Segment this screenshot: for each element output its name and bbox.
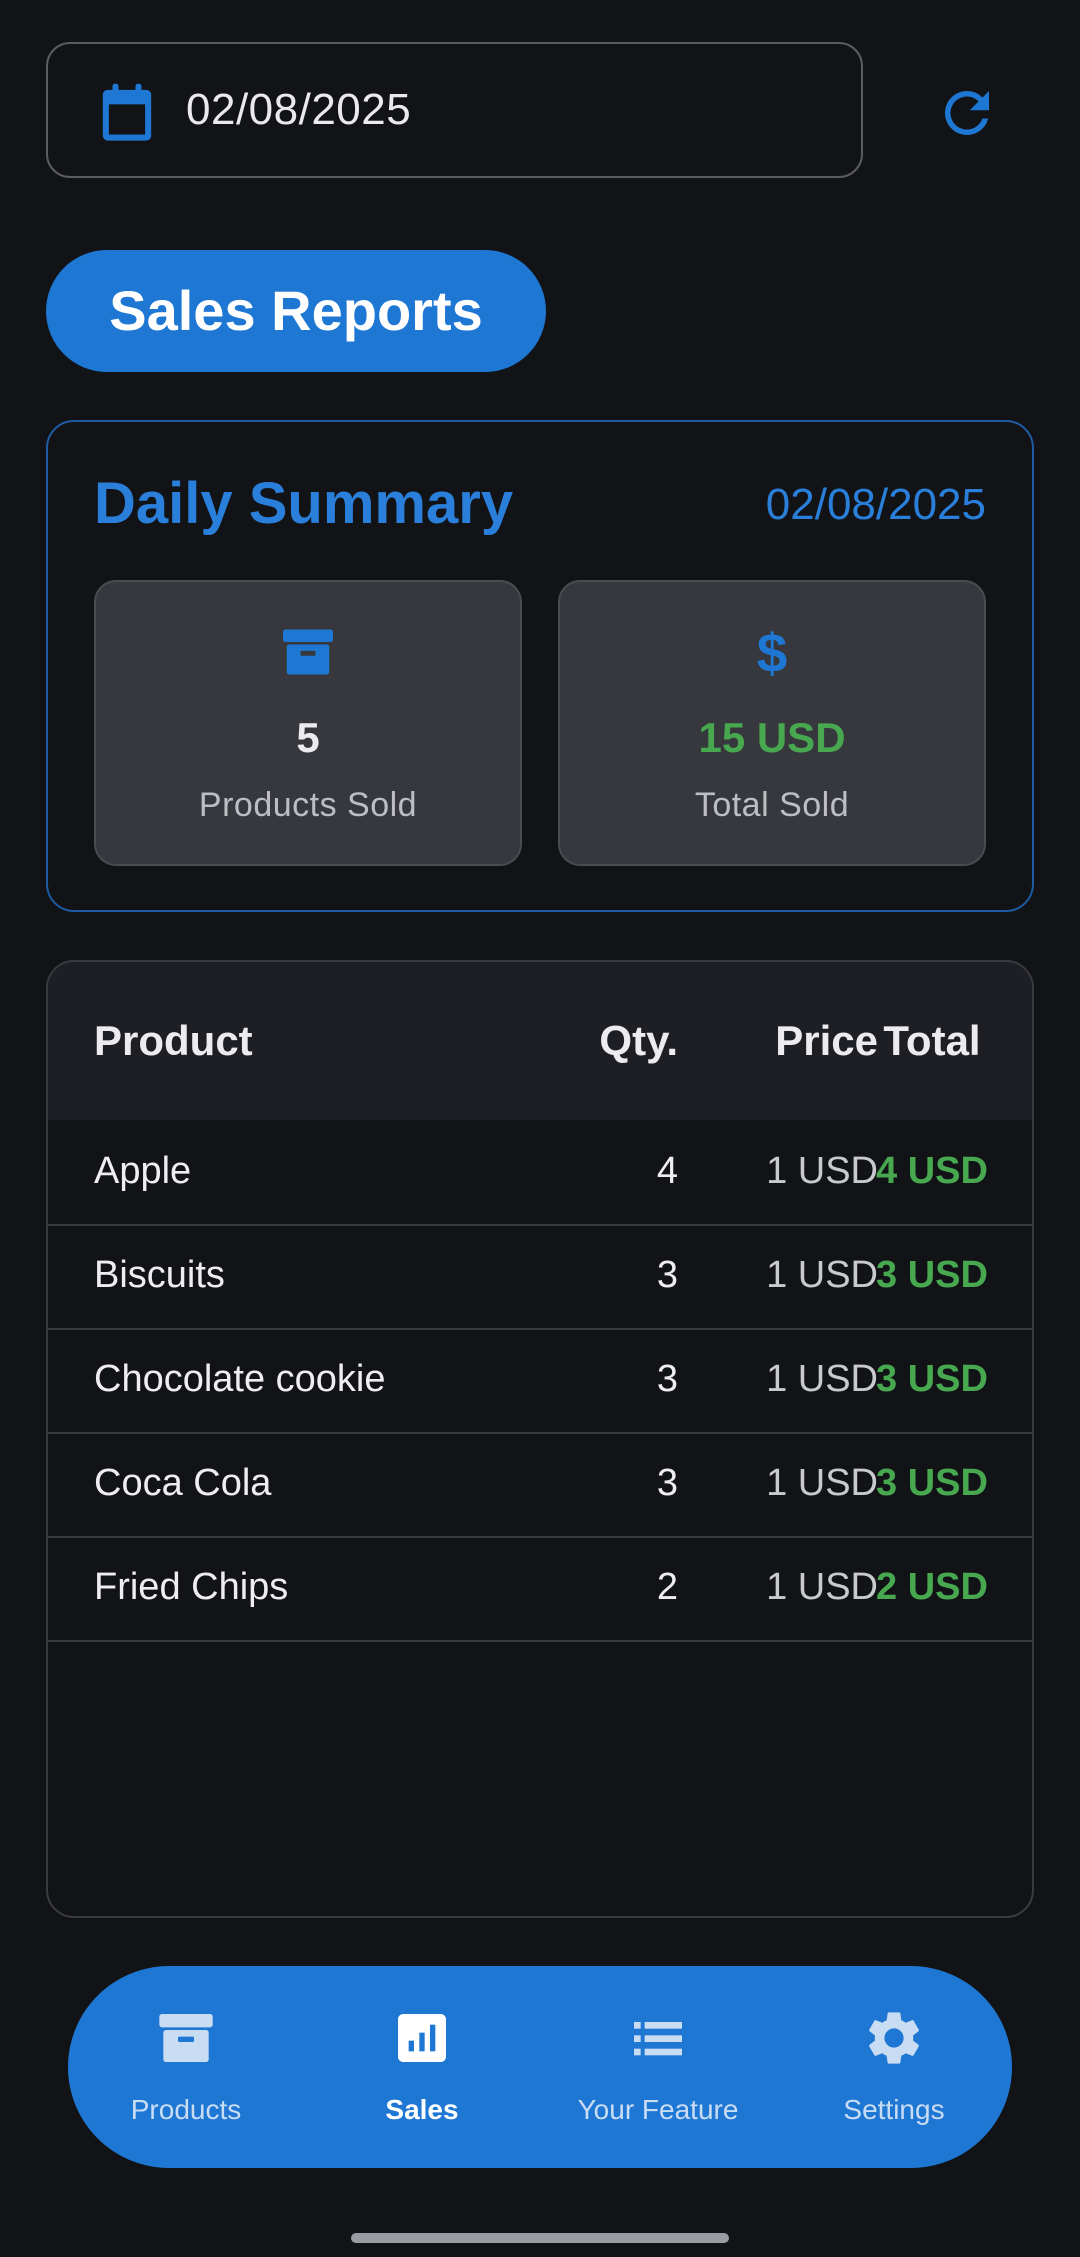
nav-label: Your Feature [577, 2094, 739, 2125]
date-value: 02/08/2025 [186, 85, 412, 134]
table-row: Biscuits 3 1 USD 3 USD [48, 1224, 1032, 1330]
total-sold-label: Total Sold [694, 786, 850, 824]
cell-qty: 3 [656, 1462, 678, 1504]
cell-total: 2 USD [876, 1566, 988, 1608]
cell-product: Coca Cola [94, 1462, 272, 1504]
cell-qty: 3 [656, 1358, 678, 1400]
nav-item-products[interactable]: Products [68, 1966, 304, 2168]
gear-icon [869, 2012, 919, 2064]
summary-date: 02/08/2025 [765, 480, 986, 529]
date-picker-field[interactable]: 02/08/2025 [46, 42, 863, 178]
cell-product: Apple [94, 1150, 192, 1192]
svg-text:$: $ [757, 622, 788, 682]
cell-total: 3 USD [876, 1462, 988, 1504]
nav-item-settings[interactable]: Settings [776, 1966, 1012, 2168]
total-sold-value: 15 USD [698, 714, 846, 761]
bar-chart-icon [398, 2014, 446, 2062]
list-icon [634, 2022, 682, 2056]
nav-label: Settings [843, 2094, 945, 2125]
summary-title: Daily Summary [94, 471, 514, 536]
nav-label: Sales [385, 2094, 459, 2125]
products-sold-label: Products Sold [198, 786, 418, 824]
cell-qty: 3 [656, 1254, 678, 1296]
nav-item-your-feature[interactable]: Your Feature [540, 1966, 776, 2168]
products-sold-value: 5 [296, 714, 320, 761]
cell-total: 4 USD [876, 1150, 988, 1192]
nav-label: Products [130, 2094, 242, 2125]
cell-total: 3 USD [876, 1254, 988, 1296]
dollar-icon: $ [757, 622, 788, 682]
table-row: Apple 4 1 USD 4 USD [48, 1120, 1032, 1226]
table-header: Product Qty. Price Total [48, 962, 1032, 1120]
daily-summary-card: Daily Summary 02/08/2025 5 Products Sold… [46, 420, 1034, 912]
calendar-icon [102, 83, 152, 141]
column-header-qty: Qty. [599, 1017, 678, 1064]
table-row: Fried Chips 2 1 USD 2 USD [48, 1536, 1032, 1642]
cell-product: Fried Chips [94, 1566, 289, 1608]
archive-box-icon [283, 629, 333, 675]
cell-qty: 2 [656, 1566, 678, 1608]
archive-box-icon [159, 2014, 213, 2062]
column-header-total: Total [883, 1017, 981, 1064]
cell-product: Biscuits [94, 1254, 225, 1296]
nav-item-sales[interactable]: Sales [304, 1966, 540, 2168]
table-row: Coca Cola 3 1 USD 3 USD [48, 1432, 1032, 1538]
table-row: Chocolate cookie 3 1 USD 3 USD [48, 1328, 1032, 1434]
page-title: Sales Reports [46, 250, 546, 372]
column-header-product: Product [94, 1017, 253, 1064]
cell-product: Chocolate cookie [94, 1358, 386, 1400]
total-sold-stat: $ 15 USD Total Sold [558, 580, 986, 866]
sales-table: Product Qty. Price Total Apple 4 1 USD 4… [46, 960, 1034, 1918]
cell-total: 3 USD [876, 1358, 988, 1400]
cell-qty: 4 [656, 1150, 678, 1192]
refresh-icon[interactable] [934, 80, 1000, 146]
products-sold-stat: 5 Products Sold [94, 580, 522, 866]
bottom-nav: Products Sales Your Feature Settings [68, 1966, 1012, 2168]
home-indicator [351, 2233, 729, 2243]
